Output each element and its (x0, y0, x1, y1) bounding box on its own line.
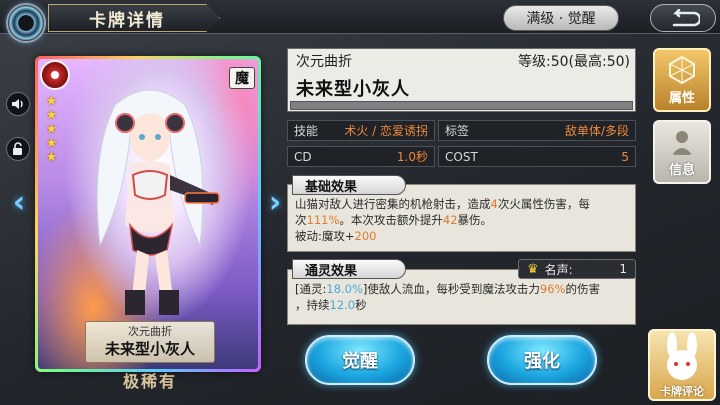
menu-orb-button[interactable] (6, 3, 46, 43)
series-label: 次元曲折 (296, 54, 352, 70)
next-card-arrow[interactable]: › (266, 182, 284, 222)
level-label: 等级:50(最高:50) (518, 54, 630, 70)
experience-bar (290, 101, 633, 110)
fame-counter: ♛ 名声: 1 (518, 259, 636, 279)
max-level-awaken-button[interactable]: 满级 · 觉醒 (503, 5, 619, 31)
star-rating: ★ ★ ★ ★ ★ (45, 95, 59, 165)
crown-icon: ♛ (527, 261, 539, 277)
star-icon: ★ (45, 108, 58, 123)
sound-toggle-button[interactable] (6, 92, 30, 116)
skill-stat: 技能 术火 / 恋爱诱拐 (287, 120, 435, 141)
base-effect-text: 山猫对敌人进行密集的机枪射击，造成4次火属性伤害，每 次111%。本次攻击额外提… (295, 197, 590, 243)
card-name: 未来型小灰人 (104, 340, 195, 358)
prev-card-arrow[interactable]: ‹ (10, 182, 28, 222)
fame-label: 名声: (544, 262, 573, 277)
spirit-effect-text: [通灵:18.0%]使敌人流血，每秒受到魔法攻击力96%的伤害 ，持续12.0秒 (295, 282, 600, 312)
card-type-badge: 魔 (229, 67, 255, 89)
tag-value: 敌单体/多段 (564, 124, 629, 138)
star-icon: ★ (45, 94, 58, 109)
skill-value: 术火 / 恋爱诱拐 (344, 124, 428, 138)
enhance-button[interactable]: 强化 (487, 335, 597, 385)
return-arrow-icon (672, 9, 700, 27)
cost-key: COST (445, 149, 478, 164)
fire-element-icon (40, 60, 70, 90)
character-name: 未来型小灰人 (296, 79, 410, 100)
unlock-icon (13, 142, 22, 155)
star-icon: ★ (45, 136, 58, 151)
spirit-effect-title: 通灵效果 (292, 259, 406, 279)
cost-value: 5 (621, 149, 629, 164)
fame-value: 1 (619, 262, 627, 276)
tab-info-label: 信息 (668, 163, 695, 178)
base-effect-title: 基础效果 (292, 175, 406, 195)
tab-info[interactable]: 信息 (653, 120, 711, 184)
skill-key: 技能 (294, 124, 319, 138)
cost-stat: COST 5 (438, 146, 636, 167)
cd-stat: CD 1.0秒 (287, 146, 435, 167)
bust-info-icon (672, 131, 692, 155)
lock-toggle-button[interactable] (6, 137, 30, 161)
tag-key: 标签 (445, 124, 470, 138)
card-review-label: 卡牌评论 (660, 385, 704, 398)
speaker-icon (12, 99, 23, 109)
back-button[interactable] (650, 4, 716, 32)
tab-attributes[interactable]: 属性 (653, 48, 711, 112)
cd-key: CD (294, 149, 312, 164)
rarity-label: 极稀有 (122, 372, 177, 391)
page-title: 卡牌详情 (48, 4, 220, 32)
tag-stat: 标签 敌单体/多段 (438, 120, 636, 141)
bunny-mascot-icon (667, 332, 697, 380)
card-series: 次元曲折 (128, 325, 172, 338)
awaken-button[interactable]: 觉醒 (305, 335, 415, 385)
character-illustration (96, 89, 220, 315)
card-nameplate: 次元曲折 未来型小灰人 (85, 321, 215, 363)
tab-attributes-label: 属性 (668, 91, 695, 106)
cd-value: 1.0秒 (396, 150, 428, 164)
star-icon: ★ (45, 150, 58, 165)
hexagon-attribute-icon (669, 55, 695, 85)
star-icon: ★ (45, 122, 58, 137)
